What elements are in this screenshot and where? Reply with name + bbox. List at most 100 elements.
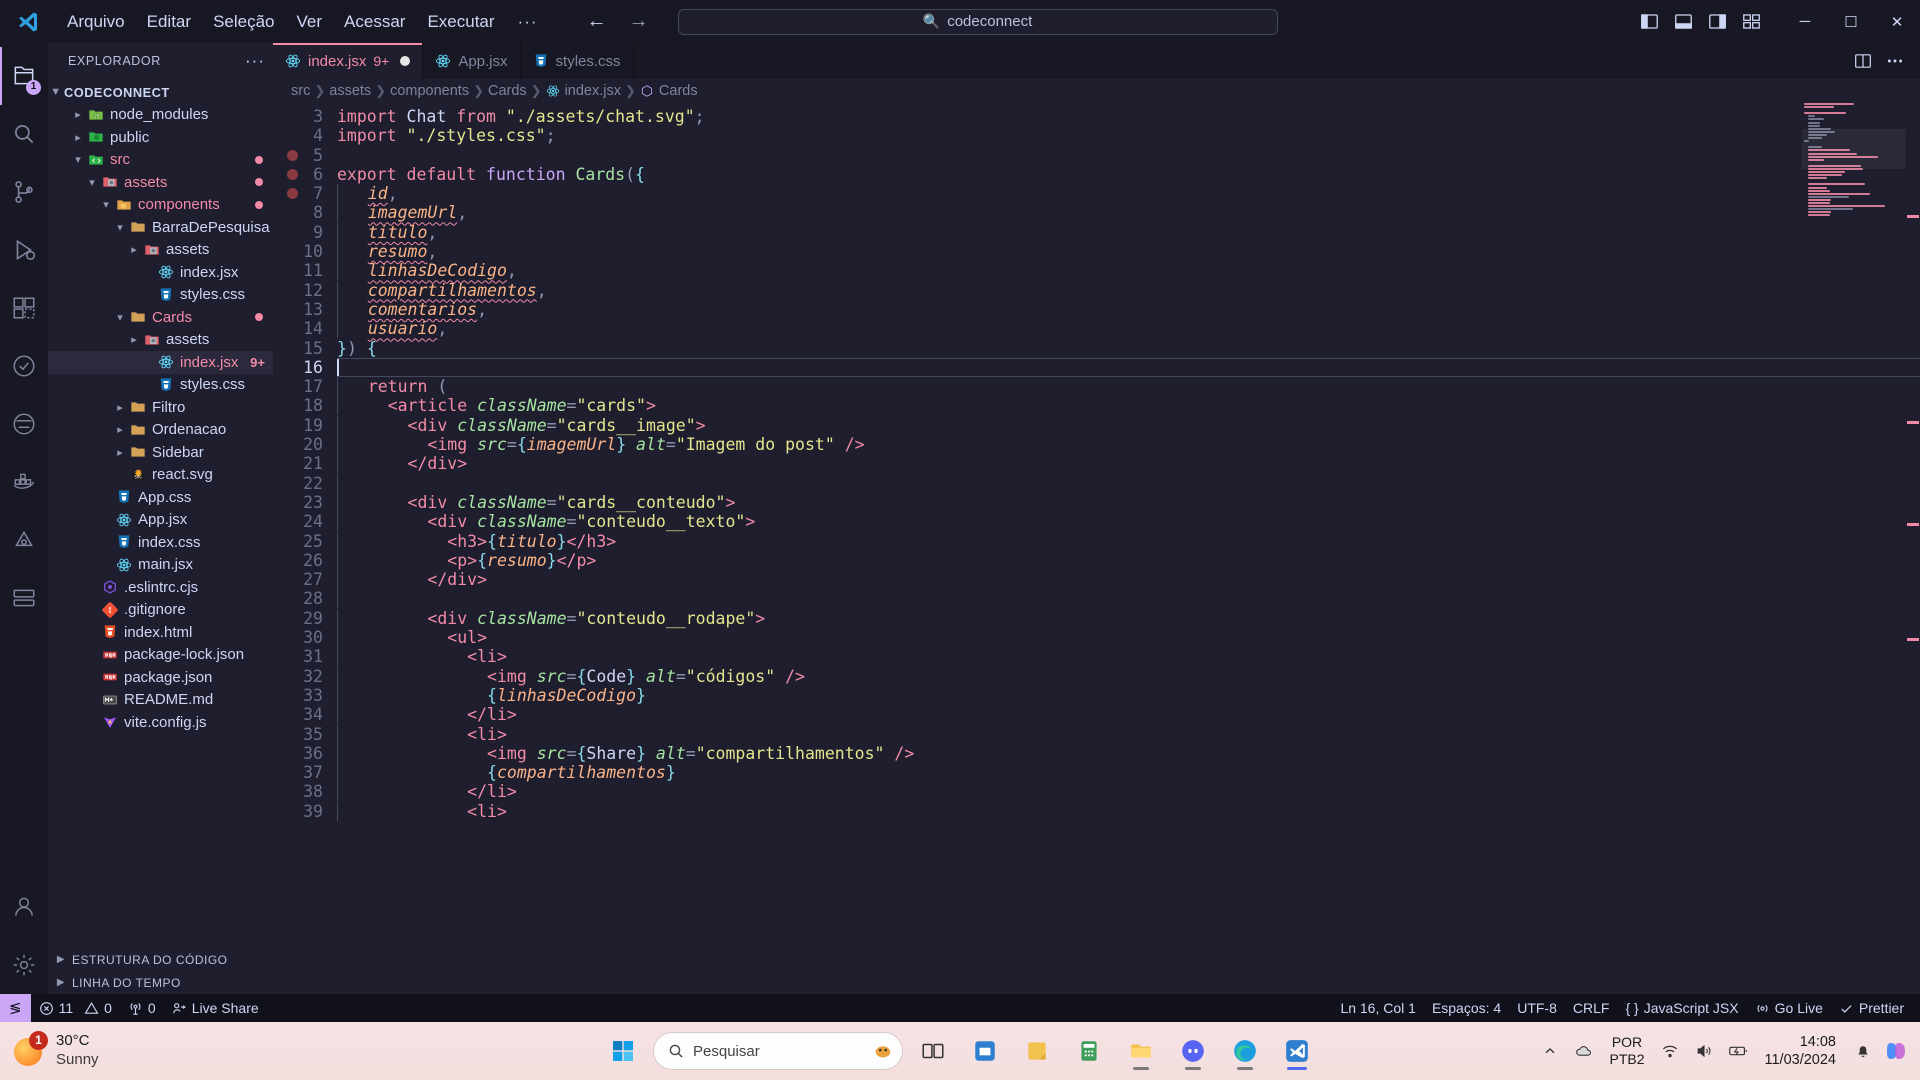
battery-button[interactable] bbox=[1723, 1031, 1753, 1071]
breadcrumb-index-jsx[interactable]: index.jsx bbox=[546, 83, 621, 99]
code-line[interactable]: {compartilhamentos} bbox=[337, 763, 1920, 783]
code-line[interactable]: <div className="cards__image"> bbox=[337, 415, 1920, 435]
code-line[interactable]: <li> bbox=[337, 724, 1920, 744]
breakpoint-indicator[interactable] bbox=[287, 149, 298, 161]
code-line[interactable] bbox=[337, 589, 1920, 609]
menu-ver[interactable]: Ver bbox=[286, 8, 334, 36]
activity-docker[interactable] bbox=[0, 453, 48, 511]
tree-item-package-lock.json[interactable]: ▸package-lock.json bbox=[48, 644, 273, 667]
menu-selecao[interactable]: Seleção bbox=[202, 8, 285, 36]
taskbar-search[interactable]: Pesquisar bbox=[653, 1032, 903, 1070]
tree-item-src[interactable]: ▾ src bbox=[48, 149, 273, 172]
code-line[interactable]: usuario, bbox=[337, 319, 1920, 339]
window-minimize-button[interactable]: ─ bbox=[1782, 0, 1828, 43]
activity-search[interactable] bbox=[0, 105, 48, 163]
code-line[interactable]: linhasDeCodigo, bbox=[337, 261, 1920, 281]
activity-testing[interactable] bbox=[0, 337, 48, 395]
code-line[interactable]: </li> bbox=[337, 705, 1920, 725]
notifications-button[interactable] bbox=[1848, 1031, 1878, 1071]
code-line[interactable]: <img src={Code} alt="códigos" /> bbox=[337, 666, 1920, 686]
activity-source-control[interactable] bbox=[0, 163, 48, 221]
language-mode-button[interactable]: { } JavaScript JSX bbox=[1617, 994, 1746, 1022]
tree-item-main.jsx[interactable]: ▸main.jsx bbox=[48, 554, 273, 577]
language-indicator[interactable]: POR PTB2 bbox=[1603, 1034, 1650, 1068]
toggle-panel-icon[interactable] bbox=[1666, 7, 1700, 37]
show-hidden-icons-button[interactable] bbox=[1535, 1031, 1565, 1071]
code-line[interactable]: <p>{resumo}</p> bbox=[337, 550, 1920, 570]
code-line[interactable] bbox=[337, 357, 1920, 378]
calculator-button[interactable] bbox=[1067, 1029, 1111, 1073]
menu-editar[interactable]: Editar bbox=[136, 8, 202, 36]
prettier-button[interactable]: Prettier bbox=[1831, 994, 1912, 1022]
tab-App-jsx[interactable]: App.jsx bbox=[423, 43, 521, 79]
tree-item-sidebar[interactable]: ▸ Sidebar bbox=[48, 441, 273, 464]
menu-acessar[interactable]: Acessar bbox=[333, 8, 416, 36]
code-line[interactable]: compartilhamentos, bbox=[337, 280, 1920, 300]
code-line[interactable]: import Chat from "./assets/chat.svg"; bbox=[337, 107, 1920, 126]
code-line[interactable]: </li> bbox=[337, 782, 1920, 802]
tree-item-public[interactable]: ▸ public bbox=[48, 126, 273, 149]
vscode-taskbar-button[interactable] bbox=[1275, 1029, 1319, 1073]
tree-item-components[interactable]: ▾ components bbox=[48, 194, 273, 217]
encoding-button[interactable]: UTF-8 bbox=[1509, 994, 1565, 1022]
tree-item-filtro[interactable]: ▸ Filtro bbox=[48, 396, 273, 419]
breadcrumb-assets[interactable]: assets bbox=[329, 83, 371, 99]
activity-edge-tools[interactable] bbox=[0, 395, 48, 453]
code-line[interactable]: {linhasDeCodigo} bbox=[337, 685, 1920, 705]
code-line[interactable]: }) { bbox=[337, 339, 1920, 358]
menu-executar[interactable]: Executar bbox=[416, 8, 505, 36]
eol-button[interactable]: CRLF bbox=[1565, 994, 1618, 1022]
remote-host-button[interactable]: ≶ bbox=[0, 994, 31, 1022]
toggle-secondary-sidebar-icon[interactable] bbox=[1700, 7, 1734, 37]
indentation-button[interactable]: Espaços: 4 bbox=[1424, 994, 1509, 1022]
breadcrumb-cards-folder[interactable]: Cards bbox=[488, 83, 527, 99]
customize-layout-icon[interactable] bbox=[1734, 7, 1768, 37]
tree-item-app.css[interactable]: ▸App.css bbox=[48, 486, 273, 509]
tree-item-assets[interactable]: ▾ assets bbox=[48, 171, 273, 194]
breakpoint-indicator[interactable] bbox=[287, 168, 298, 180]
code-line[interactable]: resumo, bbox=[337, 242, 1920, 262]
file-tree[interactable]: ▼ CODECONNECT ▸ JS node_modules ▸ public ▾ src… bbox=[48, 79, 273, 948]
volume-button[interactable] bbox=[1689, 1031, 1719, 1071]
section-estrutura-do-codigo[interactable]: ▶ ESTRUTURA DO CÓDIGO bbox=[48, 948, 273, 971]
go-back-icon[interactable]: ← bbox=[586, 10, 608, 33]
tree-item-app.jsx[interactable]: ▸App.jsx bbox=[48, 509, 273, 532]
tree-item-index.jsx[interactable]: ▸index.jsx9+ bbox=[48, 351, 273, 374]
tree-item-assets[interactable]: ▸ assets bbox=[48, 329, 273, 352]
problems-button[interactable]: 11 0 bbox=[31, 994, 120, 1022]
section-linha-do-tempo[interactable]: ▶ LINHA DO TEMPO bbox=[48, 971, 273, 994]
breadcrumb-src[interactable]: src bbox=[291, 83, 310, 99]
ports-button[interactable]: 0 bbox=[120, 994, 164, 1022]
tree-item-styles.css[interactable]: ▸styles.css bbox=[48, 374, 273, 397]
code-line[interactable] bbox=[337, 473, 1920, 493]
code-line[interactable]: <img src={Share} alt="compartilhamentos"… bbox=[337, 743, 1920, 763]
live-share-button[interactable]: Live Share bbox=[164, 994, 267, 1022]
start-button[interactable] bbox=[601, 1029, 645, 1073]
code-line[interactable]: export default function Cards({ bbox=[337, 165, 1920, 184]
code-line[interactable] bbox=[337, 146, 1920, 165]
activity-remote-explorer[interactable] bbox=[0, 569, 48, 627]
microsoft-store-button[interactable] bbox=[963, 1029, 1007, 1073]
copilot-button[interactable] bbox=[1882, 1031, 1912, 1071]
tab-index-jsx[interactable]: index.jsx 9+ bbox=[273, 43, 424, 79]
tree-item-react.svg[interactable]: ▸SVGreact.svg bbox=[48, 464, 273, 487]
code-line[interactable]: </div> bbox=[337, 454, 1920, 474]
code-editor[interactable]: 3 4 5 6 7 8 9 10 11 12 13 14 15 16 17 18 19 20 21 22 23 24 25 2… bbox=[273, 103, 1920, 994]
breadcrumb-symbol-cards[interactable]: Cards bbox=[640, 83, 698, 99]
activity-live-share[interactable] bbox=[0, 511, 48, 569]
code-line[interactable]: <article className="cards"> bbox=[337, 396, 1920, 416]
code-line[interactable]: <img src={imagemUrl} alt="Imagem do post… bbox=[337, 435, 1920, 455]
activity-accounts[interactable] bbox=[0, 878, 48, 936]
tree-item-node_modules[interactable]: ▸ JS node_modules bbox=[48, 104, 273, 127]
activity-run-debug[interactable] bbox=[0, 221, 48, 279]
go-forward-icon[interactable]: → bbox=[628, 10, 650, 33]
tree-item-styles.css[interactable]: ▸styles.css bbox=[48, 284, 273, 307]
explorer-actions-icon[interactable]: ··· bbox=[245, 51, 265, 71]
tree-item-vite.config.js[interactable]: ▸vite.config.js bbox=[48, 711, 273, 734]
weather-widget[interactable]: 1 30°C Sunny bbox=[0, 1031, 300, 1070]
code-line[interactable]: <div className="conteudo__rodape"> bbox=[337, 608, 1920, 628]
go-live-button[interactable]: Go Live bbox=[1747, 994, 1831, 1022]
cursor-position-button[interactable]: Ln 16, Col 1 bbox=[1332, 994, 1424, 1022]
toggle-primary-sidebar-icon[interactable] bbox=[1632, 7, 1666, 37]
tree-item-index.jsx[interactable]: ▸index.jsx bbox=[48, 261, 273, 284]
